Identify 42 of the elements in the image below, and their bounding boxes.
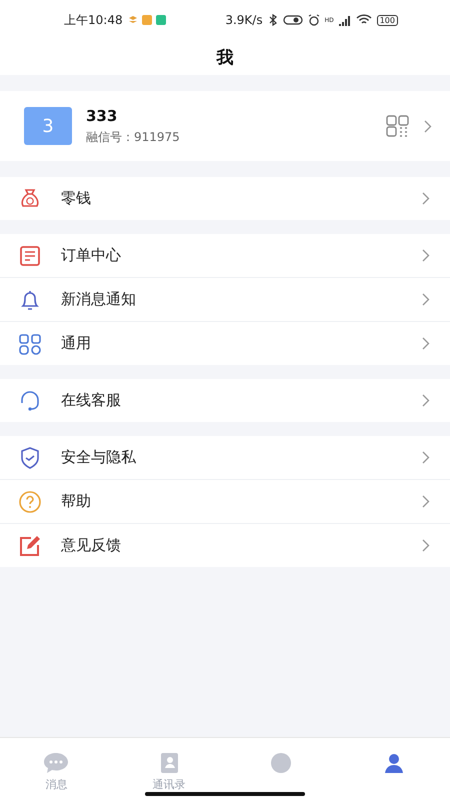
alarm-icon	[308, 14, 320, 26]
user-name: 333	[86, 106, 118, 124]
status-time: 上午10:48	[64, 12, 123, 28]
help-icon	[18, 490, 42, 514]
avatar: 3	[24, 107, 72, 145]
app-notification-icon	[128, 14, 168, 26]
document-icon	[18, 244, 42, 268]
grid-icon	[18, 332, 42, 356]
chevron-icon	[422, 451, 430, 464]
chevron-icon	[422, 249, 430, 262]
signal-icon	[338, 14, 351, 26]
chevron-icon	[422, 192, 430, 205]
account-id: 融信号：911975	[86, 128, 181, 146]
chevron-icon	[424, 120, 432, 132]
battery-level: 100	[376, 14, 398, 26]
chevron-icon	[422, 539, 430, 552]
menu-item[interactable]: 新消息通知	[0, 278, 450, 322]
menu-item[interactable]: 意见反馈	[0, 524, 450, 567]
network-speed: 3.9K/s	[225, 13, 263, 27]
menu-item[interactable]: 安全与隐私	[0, 436, 450, 480]
edit-icon	[18, 534, 42, 558]
chevron-icon	[422, 337, 430, 350]
person-icon	[382, 752, 405, 774]
chat-bubble-icon	[43, 752, 70, 774]
contact-book-icon	[158, 752, 179, 774]
circle-icon	[270, 752, 292, 774]
vibrate-icon	[282, 14, 303, 26]
menu-item[interactable]: 订单中心	[0, 234, 450, 278]
qr-code-icon	[386, 115, 410, 137]
chevron-icon	[422, 394, 430, 407]
chevron-icon	[422, 495, 430, 508]
shield-icon	[18, 446, 42, 470]
headset-icon	[18, 388, 42, 412]
menu-item[interactable]: 在线客服	[0, 379, 450, 422]
page-title: 我	[216, 47, 234, 69]
bluetooth-icon	[268, 14, 278, 26]
menu-item[interactable]: 零钱	[0, 177, 450, 220]
menu-item[interactable]: 帮助	[0, 480, 450, 524]
wifi-icon	[356, 14, 372, 26]
profile-card[interactable]: 3 333 融信号：911975	[0, 91, 450, 161]
chevron-icon	[422, 293, 430, 306]
menu-item[interactable]: 通用	[0, 322, 450, 365]
